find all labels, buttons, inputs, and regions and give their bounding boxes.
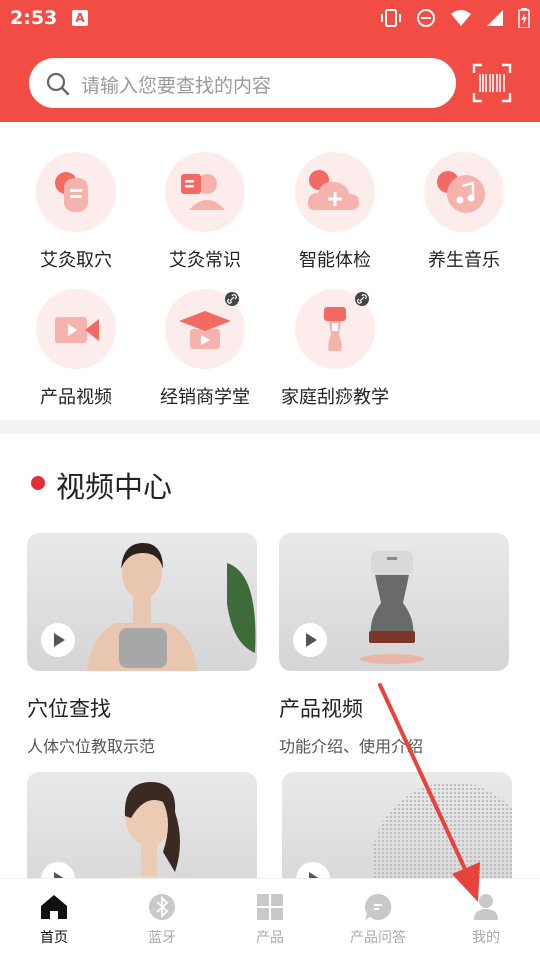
- nav-label: 我的: [472, 930, 500, 946]
- grid-item-scraping-teaching[interactable]: 家庭刮痧教学: [270, 289, 400, 409]
- graduation-cap-icon: [165, 289, 245, 369]
- wifi-icon: [451, 10, 471, 26]
- video-card-subtitle: 功能介绍、使用介绍: [279, 737, 424, 756]
- grid-item-knowledge[interactable]: 艾灸常识: [140, 152, 270, 272]
- notification-app-icon: A: [72, 10, 88, 26]
- nav-mine[interactable]: 我的: [432, 893, 540, 947]
- grid-item-dealer-academy[interactable]: 经销商学堂: [140, 289, 270, 409]
- nav-bluetooth[interactable]: 蓝牙: [108, 893, 216, 947]
- link-badge-icon: [355, 292, 369, 306]
- grid-item-music[interactable]: 养生音乐: [399, 152, 529, 272]
- bluetooth-icon: [149, 894, 175, 920]
- video-card-title: 产品视频: [279, 697, 363, 721]
- grid-label: 艾灸取穴: [40, 250, 112, 271]
- cloud-add-icon: [295, 152, 375, 232]
- video-camera-icon: [36, 289, 116, 369]
- grid-item-product-video[interactable]: 产品视频: [11, 289, 141, 409]
- video-card-title: 穴位查找: [27, 697, 111, 721]
- grid-label: 产品视频: [40, 387, 112, 408]
- nav-label: 产品: [256, 930, 284, 946]
- status-bar: 2:53 A: [0, 0, 540, 38]
- grid-label: 智能体检: [299, 250, 371, 271]
- knowledge-icon: [165, 152, 245, 232]
- barcode-scan-icon: [472, 63, 512, 103]
- section-title: 视频中心: [56, 470, 173, 504]
- grid-label: 家庭刮痧教学: [281, 387, 389, 408]
- acupoint-icon: [36, 152, 116, 232]
- status-icons: [380, 8, 530, 28]
- bottom-nav: 首页 蓝牙 产品 产品问答 我的: [0, 878, 540, 960]
- video-card-product[interactable]: 产品视频 功能介绍、使用介绍: [279, 533, 509, 757]
- search-placeholder: 请输入您要查找的内容: [81, 75, 272, 97]
- nav-home[interactable]: 首页: [0, 893, 108, 947]
- chat-icon: [364, 893, 392, 920]
- play-icon[interactable]: [293, 623, 327, 657]
- play-icon[interactable]: [41, 623, 75, 657]
- nav-product-qa[interactable]: 产品问答: [324, 893, 432, 947]
- video-card-acupoint[interactable]: 穴位查找 人体穴位教取示范: [27, 533, 257, 757]
- battery-icon: [518, 8, 530, 28]
- grid-icon: [257, 894, 283, 920]
- video-card-subtitle: 人体穴位教取示范: [27, 737, 156, 756]
- nav-label: 蓝牙: [148, 930, 176, 946]
- nav-label: 产品问答: [350, 930, 406, 946]
- status-time: 2:53: [10, 7, 58, 29]
- search-input[interactable]: 请输入您要查找的内容: [29, 58, 456, 108]
- link-badge-icon: [225, 292, 239, 306]
- barcode-scan-button[interactable]: [472, 63, 512, 103]
- grid-label: 经销商学堂: [160, 387, 250, 408]
- woman-acupoints-thumbnail: [27, 533, 257, 671]
- scraping-tool-icon: [295, 289, 375, 369]
- signal-icon: [487, 10, 503, 26]
- nav-products[interactable]: 产品: [216, 893, 324, 947]
- section-dot: [31, 476, 45, 490]
- dnd-icon: [417, 9, 435, 27]
- home-icon: [41, 895, 67, 919]
- music-icon: [424, 152, 504, 232]
- user-icon: [474, 894, 498, 920]
- vibrate-icon: [381, 9, 401, 27]
- nav-label: 首页: [40, 930, 68, 946]
- search-icon: [46, 72, 70, 96]
- grid-item-acupoint[interactable]: 艾灸取穴: [11, 152, 141, 272]
- grid-label: 艾灸常识: [169, 250, 241, 271]
- feature-grid: 艾灸取穴 艾灸常识 智能体检 养生音乐 产品视频 经销商学堂 家庭刮痧教学: [0, 122, 540, 420]
- device-thumbnail: [279, 533, 509, 671]
- grid-label: 养生音乐: [428, 250, 500, 271]
- header-bar: 2:53 A 请输入您要查找的内容: [0, 0, 540, 122]
- grid-item-health-check[interactable]: 智能体检: [270, 152, 400, 272]
